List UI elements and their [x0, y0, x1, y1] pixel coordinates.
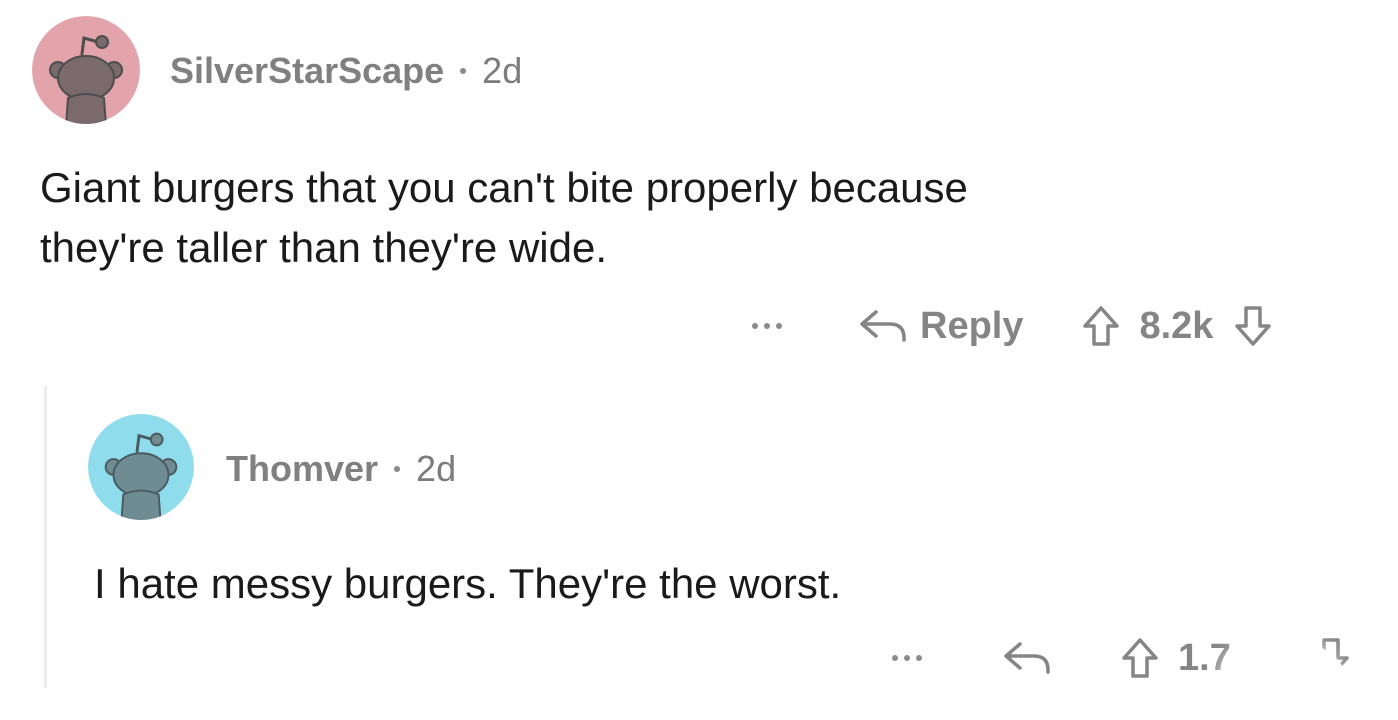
comment-actions: Reply 8.2k — [752, 300, 1273, 352]
more-options-button[interactable] — [752, 323, 800, 329]
comment-body: Giant burgers that you can't bite proper… — [40, 158, 1340, 278]
reply-label: Reply — [920, 304, 1024, 347]
dot-icon — [892, 655, 898, 661]
vote-controls: 8.2k — [1081, 304, 1273, 348]
comment-author[interactable]: SilverStarScape — [170, 50, 444, 92]
separator-dot — [460, 68, 467, 74]
upvote-arrow-icon[interactable] — [1120, 636, 1160, 680]
overlay-blob — [1226, 640, 1346, 720]
thread-line[interactable] — [44, 386, 47, 688]
comment-body-line: Giant burgers that you can't bite proper… — [40, 164, 968, 211]
comment-author[interactable]: Thomver — [226, 448, 378, 490]
reply-arrow-icon — [1004, 642, 1050, 674]
dot-icon — [916, 655, 922, 661]
vote-count: 8.2k — [1139, 304, 1214, 347]
separator-dot — [394, 466, 401, 472]
dot-icon — [764, 323, 770, 329]
snoo-avatar-icon — [88, 414, 194, 520]
comment: SilverStarScape 2d Giant burgers that yo… — [0, 0, 1398, 380]
comment-body-line: they're taller than they're wide. — [40, 224, 607, 271]
upvote-arrow-icon[interactable] — [1081, 304, 1121, 348]
comment-age: 2d — [482, 50, 523, 91]
comment-meta: Thomver 2d — [226, 448, 456, 490]
user-avatar-thomver[interactable] — [88, 414, 194, 520]
dot-icon — [904, 655, 910, 661]
comment-body: I hate messy burgers. They're the worst. — [94, 560, 842, 607]
reply-arrow-icon — [860, 310, 906, 342]
comment-age: 2d — [416, 448, 457, 489]
vote-count: 1.7 — [1178, 636, 1231, 679]
user-avatar-silverstarscape[interactable] — [32, 16, 140, 124]
more-options-button[interactable] — [892, 655, 940, 661]
snoo-avatar-icon — [32, 16, 140, 124]
dot-icon — [776, 323, 782, 329]
comment-meta: SilverStarScape 2d — [170, 50, 522, 92]
reply-button[interactable] — [1002, 638, 1064, 678]
reply-button[interactable]: Reply — [858, 305, 1023, 348]
dot-icon — [752, 323, 758, 329]
downvote-arrow-icon[interactable] — [1233, 304, 1273, 348]
